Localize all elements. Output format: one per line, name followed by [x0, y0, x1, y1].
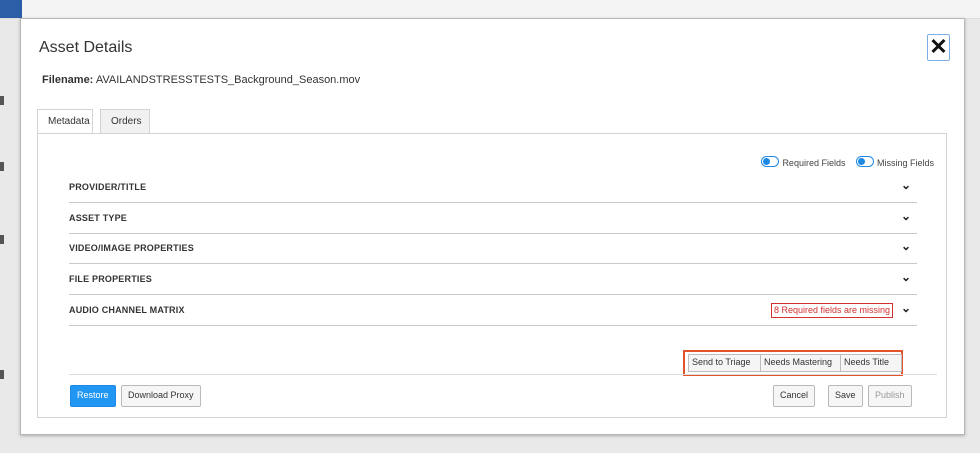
toggle-switch-icon [855, 156, 874, 167]
needs-title-button[interactable]: Needs Title [840, 354, 902, 372]
tab-metadata[interactable]: Metadata [37, 109, 93, 136]
section-asset-type[interactable]: ASSET TYPE ⌄ [69, 203, 917, 234]
close-icon: ✕ [929, 34, 948, 59]
asset-details-modal: Asset Details ✕ Filename: AVAILANDSTRESS… [20, 18, 965, 435]
section-audio-channel-matrix[interactable]: AUDIO CHANNEL MATRIX 8 Required fields a… [69, 295, 917, 326]
background-app-header [0, 0, 980, 19]
needs-mastering-button[interactable]: Needs Mastering [760, 354, 842, 372]
section-label: FILE PROPERTIES [69, 274, 153, 284]
missing-fields-badge: 8 Required fields are missing [770, 303, 893, 318]
chevron-down-icon: ⌄ [900, 178, 911, 192]
required-fields-label: Required Fields [782, 158, 846, 168]
missing-fields-toggle[interactable]: Missing Fields [855, 156, 934, 168]
cancel-button[interactable]: Cancel [773, 385, 816, 407]
chevron-down-icon: ⌄ [900, 239, 911, 253]
metadata-panel: Required Fields Missing Fields PROVIDER/… [37, 133, 947, 418]
restore-button[interactable]: Restore [70, 385, 116, 407]
close-button[interactable]: ✕ [927, 34, 950, 61]
modal-title: Asset Details [39, 39, 133, 56]
publish-button[interactable]: Publish [868, 385, 912, 407]
chevron-down-icon: ⌄ [900, 301, 911, 315]
required-fields-toggle[interactable]: Required Fields [761, 156, 845, 168]
download-proxy-button[interactable]: Download Proxy [121, 385, 201, 407]
chevron-down-icon: ⌄ [900, 270, 911, 284]
tab-orders[interactable]: Orders [100, 109, 150, 135]
filename-line: Filename: AVAILANDSTRESSTESTS_Background… [42, 74, 360, 86]
section-label: AUDIO CHANNEL MATRIX [69, 305, 185, 315]
filename-label: Filename: [42, 74, 94, 86]
background-logo [0, 0, 22, 18]
footer-divider [69, 374, 937, 375]
field-toggles: Required Fields Missing Fields [753, 156, 934, 168]
section-label: ASSET TYPE [69, 213, 128, 223]
chevron-down-icon: ⌄ [900, 209, 911, 223]
save-button[interactable]: Save [828, 385, 863, 407]
missing-fields-label: Missing Fields [876, 158, 934, 168]
section-provider-title[interactable]: PROVIDER/TITLE ⌄ [69, 172, 917, 203]
section-label: PROVIDER/TITLE [69, 182, 147, 192]
send-to-triage-button[interactable]: Send to Triage [688, 354, 762, 372]
section-label: VIDEO/IMAGE PROPERTIES [69, 243, 194, 253]
section-file-properties[interactable]: FILE PROPERTIES ⌄ [69, 264, 917, 295]
section-video-image-properties[interactable]: VIDEO/IMAGE PROPERTIES ⌄ [69, 233, 917, 264]
toggle-switch-icon [761, 156, 780, 167]
filename-value: AVAILANDSTRESSTESTS_Background_Season.mo… [95, 74, 361, 86]
